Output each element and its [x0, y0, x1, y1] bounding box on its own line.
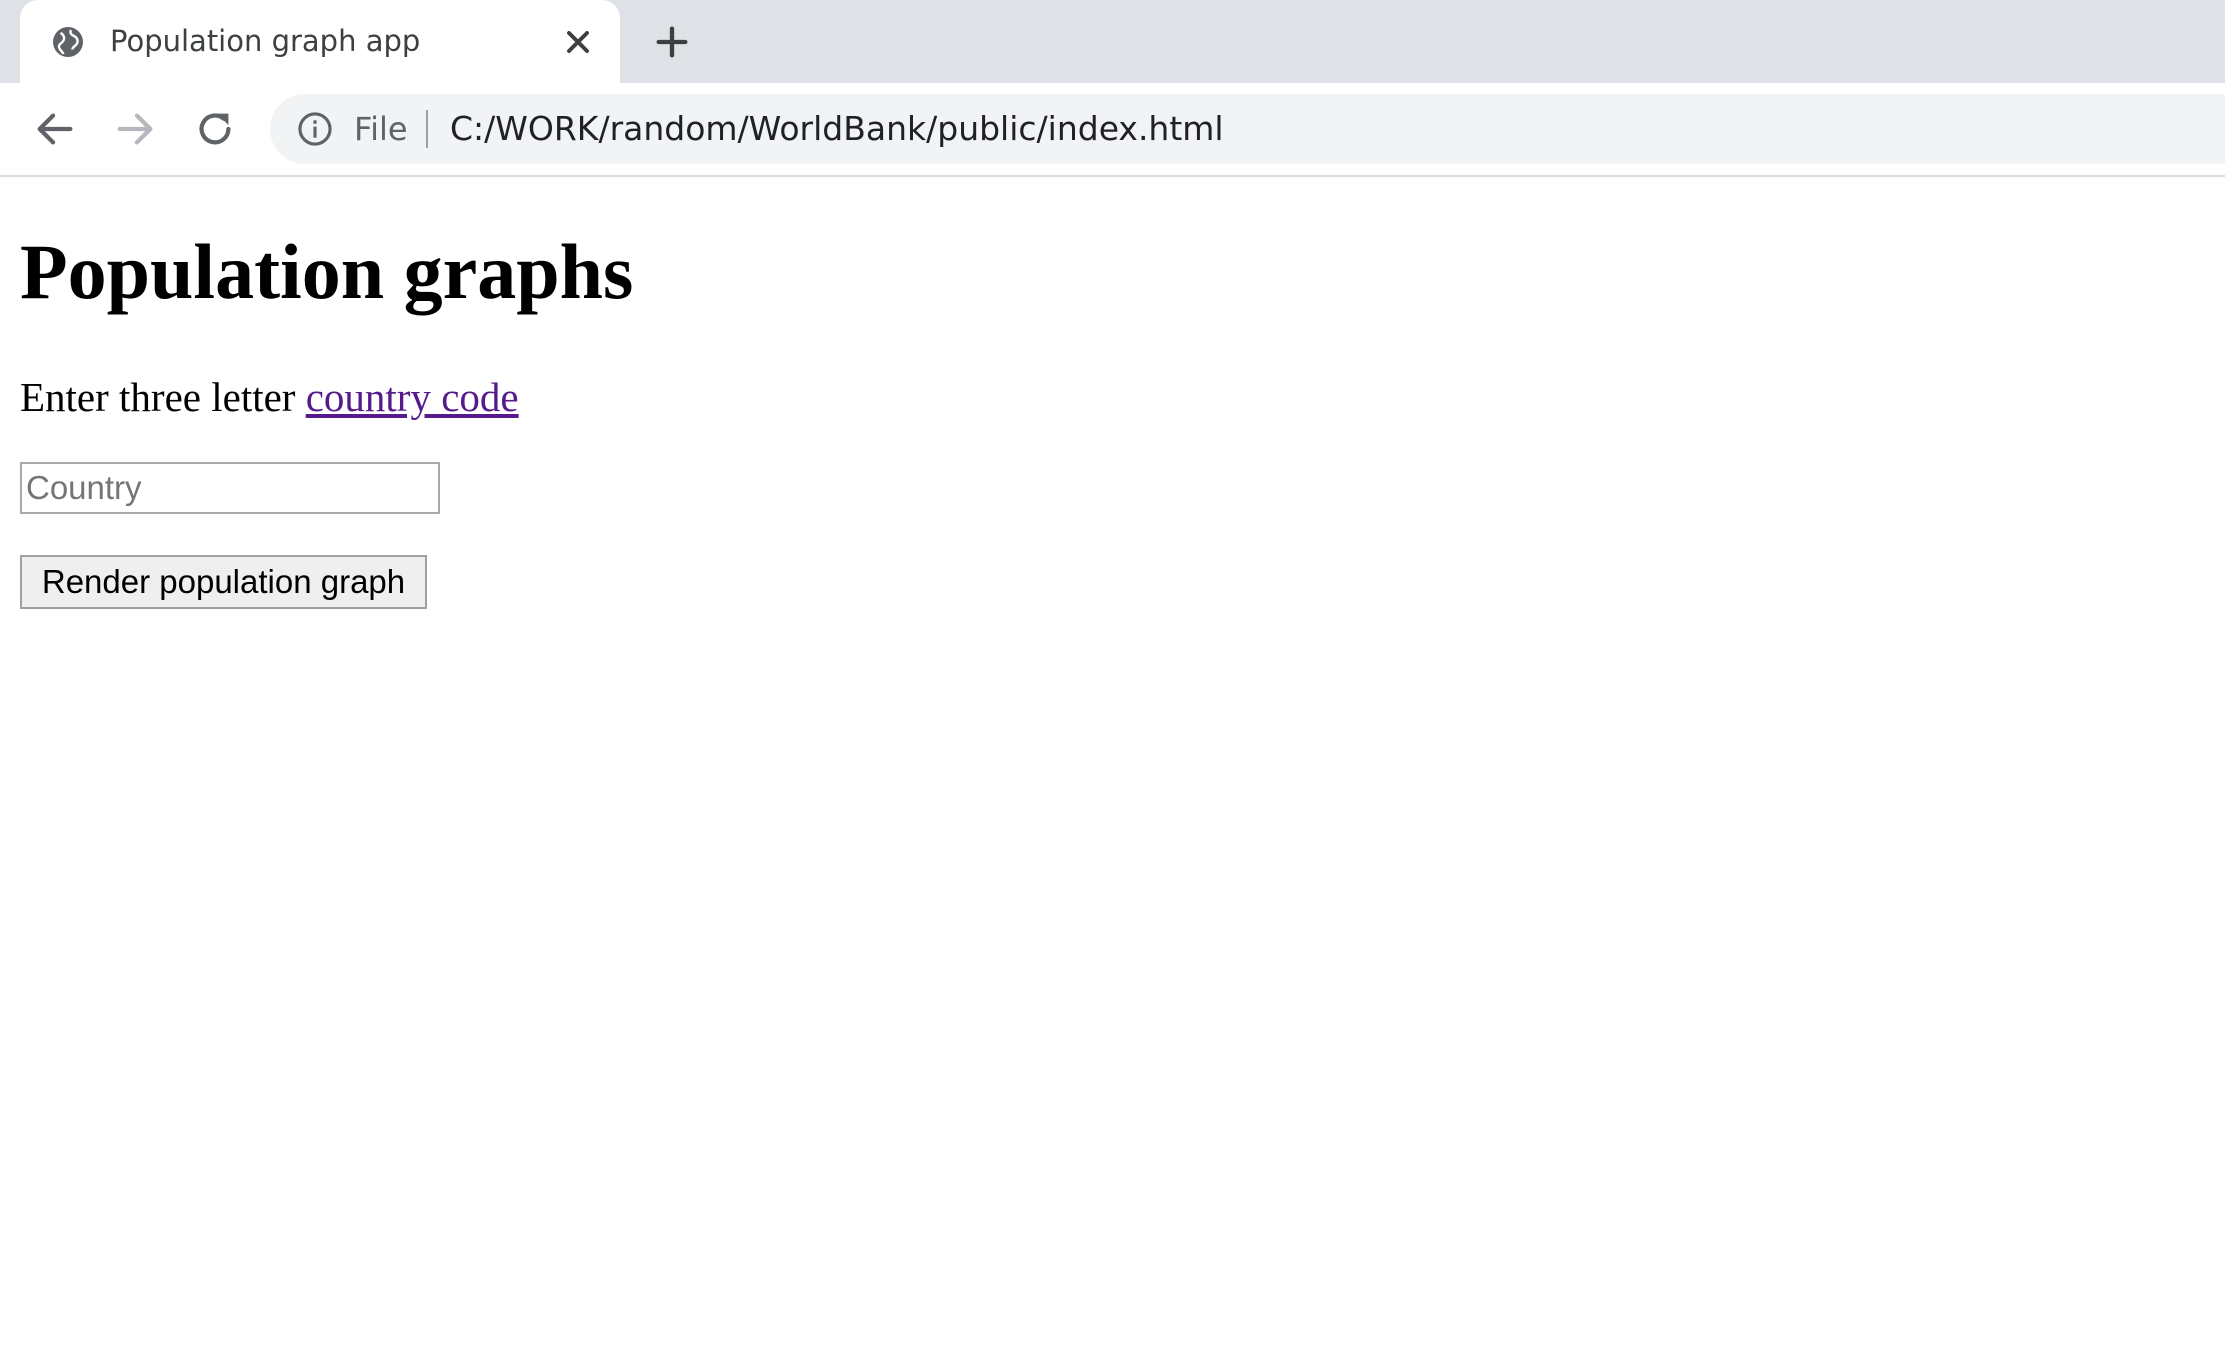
info-icon[interactable] [296, 110, 334, 148]
plus-icon[interactable] [652, 22, 692, 62]
close-icon[interactable] [560, 24, 596, 60]
page-title: Population graphs [20, 228, 634, 315]
tab-population-graph-app[interactable]: Population graph app [20, 0, 620, 83]
address-bar[interactable]: File C:/WORK/random/WorldBank/public/ind… [270, 94, 2225, 164]
address-divider [426, 110, 428, 148]
reload-icon[interactable] [192, 106, 238, 152]
scheme-label: File [354, 110, 408, 148]
render-population-graph-button[interactable]: Render population graph [20, 555, 427, 609]
tab-title: Population graph app [110, 24, 421, 58]
arrow-left-icon[interactable] [32, 106, 78, 152]
browser-toolbar: File C:/WORK/random/WorldBank/public/ind… [0, 83, 2225, 177]
country-code-link[interactable]: country code [306, 374, 519, 420]
url-text[interactable]: C:/WORK/random/WorldBank/public/index.ht… [450, 94, 1224, 164]
globe-icon [53, 27, 83, 57]
instructions-text: Enter three letter country code [20, 373, 519, 421]
arrow-right-icon[interactable] [112, 106, 158, 152]
page-content: Population graphs Enter three letter cou… [0, 177, 2225, 1355]
browser-window: Population graph app File C:/WORK/random… [0, 0, 2225, 1355]
country-input[interactable] [20, 462, 440, 514]
tab-strip: Population graph app [0, 0, 2225, 83]
instructions-prefix: Enter three letter [20, 374, 306, 420]
